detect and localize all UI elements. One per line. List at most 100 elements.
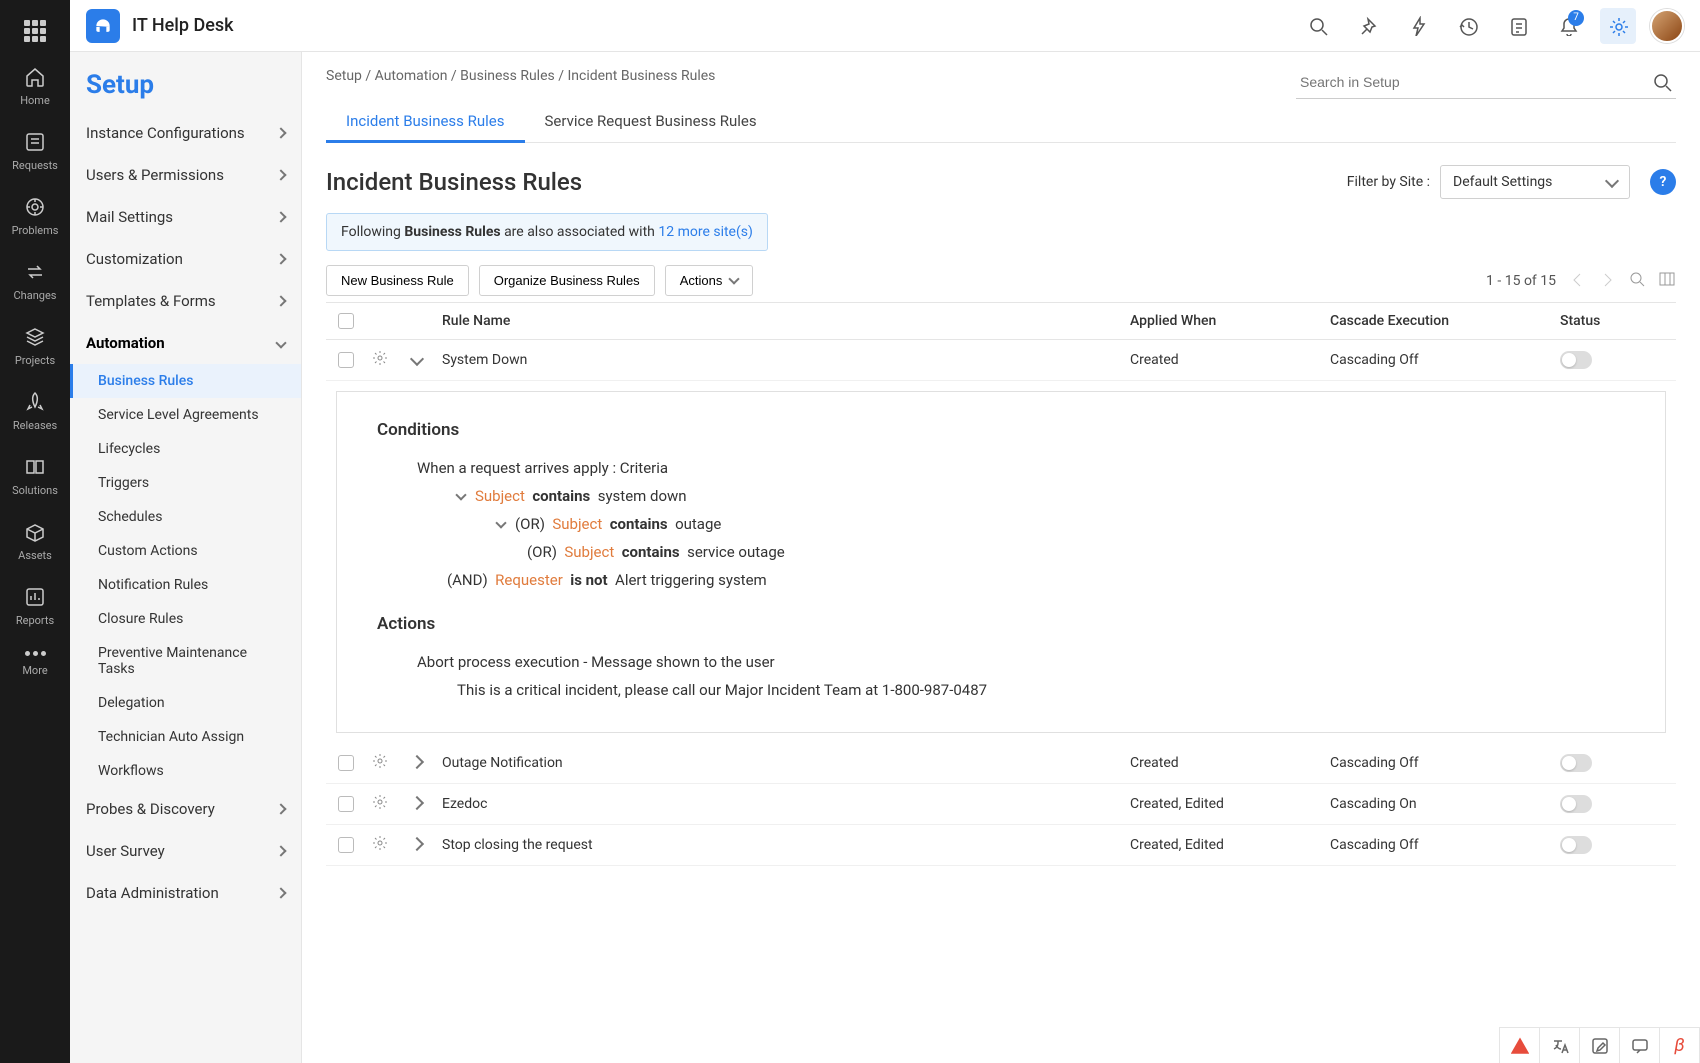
- filter-label: Filter by Site :: [1347, 174, 1430, 190]
- setup-sidebar: Setup Instance Configurations Users & Pe…: [70, 52, 302, 1063]
- chat-button[interactable]: [1620, 1028, 1660, 1063]
- assets-icon: [24, 521, 46, 543]
- sidebar-group-mail[interactable]: Mail Settings: [70, 196, 301, 238]
- search-icon: [1652, 72, 1672, 92]
- row-settings[interactable]: [372, 835, 412, 855]
- compose-button[interactable]: [1580, 1028, 1620, 1063]
- apps-icon: [24, 20, 46, 42]
- sidebar-item-tech-auto-assign[interactable]: Technician Auto Assign: [70, 720, 301, 754]
- search-button[interactable]: [1300, 8, 1336, 44]
- sidebar-item-business-rules[interactable]: Business Rules: [70, 364, 301, 398]
- status-toggle[interactable]: [1560, 795, 1592, 813]
- sidebar-item-pm-tasks[interactable]: Preventive Maintenance Tasks: [70, 636, 301, 686]
- tab-service-request-rules[interactable]: Service Request Business Rules: [525, 102, 777, 142]
- sidebar-item-lifecycles[interactable]: Lifecycles: [70, 432, 301, 466]
- rail-more[interactable]: More: [0, 639, 70, 689]
- rail-assets[interactable]: Assets: [0, 509, 70, 574]
- sidebar-group-users[interactable]: Users & Permissions: [70, 154, 301, 196]
- sidebar-item-custom-actions[interactable]: Custom Actions: [70, 534, 301, 568]
- chevron-right-icon: [275, 169, 286, 180]
- row-name[interactable]: Stop closing the request: [442, 837, 1130, 853]
- chevron-down-icon[interactable]: [455, 489, 466, 500]
- row-name[interactable]: Outage Notification: [442, 755, 1130, 771]
- select-all-checkbox[interactable]: [338, 313, 354, 329]
- sidebar-group-data-admin[interactable]: Data Administration: [70, 872, 301, 914]
- rail-label: Home: [20, 94, 50, 107]
- organize-rules-button[interactable]: Organize Business Rules: [479, 265, 655, 296]
- status-toggle[interactable]: [1560, 836, 1592, 854]
- row-settings[interactable]: [372, 753, 412, 773]
- row-checkbox[interactable]: [338, 755, 354, 771]
- gear-icon: [372, 835, 388, 851]
- beta-button[interactable]: β: [1660, 1028, 1700, 1063]
- expand-toggle[interactable]: [410, 755, 424, 769]
- sidebar-item-workflows[interactable]: Workflows: [70, 754, 301, 788]
- row-checkbox[interactable]: [338, 352, 354, 368]
- chevron-right-icon: [275, 845, 286, 856]
- sidebar-group-survey[interactable]: User Survey: [70, 830, 301, 872]
- banner-link[interactable]: 12 more site(s): [658, 224, 753, 240]
- expand-toggle[interactable]: [410, 837, 424, 851]
- expand-toggle[interactable]: [410, 796, 424, 810]
- sidebar-item-notification-rules[interactable]: Notification Rules: [70, 568, 301, 602]
- pager-next[interactable]: [1598, 270, 1616, 292]
- avatar[interactable]: [1650, 9, 1684, 43]
- filter-site-select[interactable]: Default Settings: [1440, 165, 1630, 199]
- status-toggle[interactable]: [1560, 754, 1592, 772]
- notes-button[interactable]: [1500, 8, 1536, 44]
- rail-changes[interactable]: Changes: [0, 249, 70, 314]
- rail-requests[interactable]: Requests: [0, 119, 70, 184]
- history-button[interactable]: [1450, 8, 1486, 44]
- col-rule-name: Rule Name: [442, 313, 1130, 329]
- gear-icon: [1608, 16, 1628, 36]
- history-icon: [1458, 16, 1478, 36]
- sidebar-group-customization[interactable]: Customization: [70, 238, 301, 280]
- sidebar-group-templates[interactable]: Templates & Forms: [70, 280, 301, 322]
- sidebar-group-instance[interactable]: Instance Configurations: [70, 112, 301, 154]
- quick-button[interactable]: [1400, 8, 1436, 44]
- sidebar-group-automation[interactable]: Automation: [70, 322, 301, 364]
- notifications-button[interactable]: 7: [1550, 8, 1586, 44]
- pager-prev[interactable]: [1568, 270, 1586, 292]
- chevron-down-icon[interactable]: [495, 517, 506, 528]
- pager-search[interactable]: [1628, 270, 1646, 292]
- row-checkbox[interactable]: [338, 837, 354, 853]
- expand-toggle[interactable]: [410, 352, 424, 366]
- row-settings[interactable]: [372, 794, 412, 814]
- sidebar-item-schedules[interactable]: Schedules: [70, 500, 301, 534]
- help-button[interactable]: ?: [1650, 169, 1676, 195]
- sidebar-item-triggers[interactable]: Triggers: [70, 466, 301, 500]
- row-settings[interactable]: [372, 350, 412, 370]
- rail-projects[interactable]: Projects: [0, 314, 70, 379]
- sidebar-item-closure-rules[interactable]: Closure Rules: [70, 602, 301, 636]
- sidebar-group-probes[interactable]: Probes & Discovery: [70, 788, 301, 830]
- row-checkbox[interactable]: [338, 796, 354, 812]
- search-icon: [1308, 16, 1328, 36]
- status-toggle[interactable]: [1560, 351, 1592, 369]
- rail-solutions[interactable]: Solutions: [0, 444, 70, 509]
- language-button[interactable]: [1540, 1028, 1580, 1063]
- notification-badge: 7: [1568, 10, 1584, 26]
- row-name[interactable]: System Down: [442, 352, 1130, 368]
- column-settings[interactable]: [1658, 270, 1676, 292]
- rail-releases[interactable]: Releases: [0, 379, 70, 444]
- gear-icon: [372, 794, 388, 810]
- alerts-button[interactable]: [1500, 1028, 1540, 1063]
- pin-button[interactable]: [1350, 8, 1386, 44]
- new-rule-button[interactable]: New Business Rule: [326, 265, 469, 296]
- table-header: Rule Name Applied When Cascade Execution…: [326, 302, 1676, 340]
- rail-apps[interactable]: [0, 8, 70, 54]
- search-input[interactable]: [1296, 66, 1676, 99]
- rail-reports[interactable]: Reports: [0, 574, 70, 639]
- sidebar-item-delegation[interactable]: Delegation: [70, 686, 301, 720]
- problems-icon: [24, 196, 46, 218]
- rail-problems[interactable]: Problems: [0, 184, 70, 249]
- actions-button[interactable]: Actions: [665, 265, 754, 296]
- sidebar-item-sla[interactable]: Service Level Agreements: [70, 398, 301, 432]
- row-name[interactable]: Ezedoc: [442, 796, 1130, 812]
- rail-home[interactable]: Home: [0, 54, 70, 119]
- search-icon-btn[interactable]: [1652, 72, 1672, 96]
- row-applied: Created: [1130, 755, 1330, 771]
- tab-incident-rules[interactable]: Incident Business Rules: [326, 102, 525, 143]
- settings-button[interactable]: [1600, 8, 1636, 44]
